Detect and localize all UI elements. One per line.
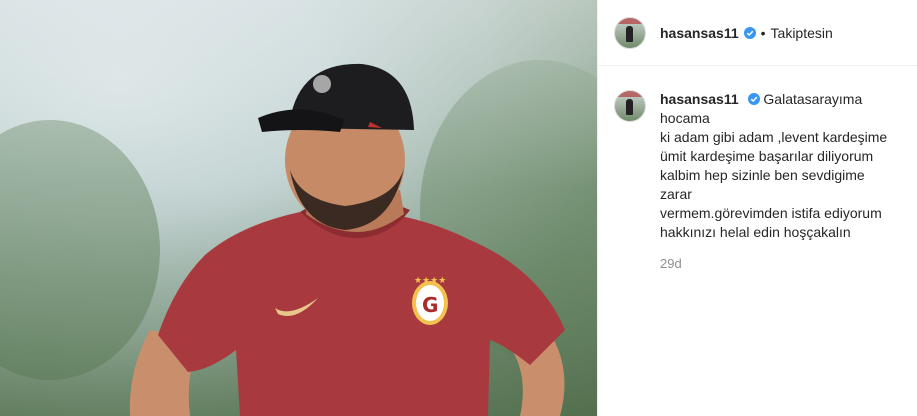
post-photo[interactable]: G ★★★★ <box>0 0 597 416</box>
author-username[interactable]: hasansas11 <box>660 25 739 41</box>
caption-username[interactable]: hasansas11 <box>660 91 739 107</box>
verified-badge-icon <box>747 93 760 105</box>
post-sidebar: hasansas11 • Takiptesin hasansas11 Galat… <box>597 0 917 416</box>
svg-text:★★★★: ★★★★ <box>414 276 446 286</box>
verified-badge-icon <box>743 26 756 39</box>
post-caption: hasansas11 Galatasarayıma hocama ki adam… <box>598 66 917 273</box>
post-header: hasansas11 • Takiptesin <box>598 0 917 66</box>
galatasaray-crest-icon: G ★★★★ <box>412 276 448 325</box>
post-timestamp[interactable]: 29d <box>660 254 900 273</box>
follow-status[interactable]: Takiptesin <box>771 25 833 41</box>
caption-text: Galatasarayıma hocama ki adam gibi adam … <box>660 91 888 240</box>
svg-text:G: G <box>422 293 438 317</box>
separator-dot: • <box>760 24 766 41</box>
instagram-post: G ★★★★ hasansas11 • Takiptesin hasansas1… <box>0 0 917 416</box>
caption-avatar[interactable] <box>614 90 646 122</box>
author-avatar[interactable] <box>614 16 646 49</box>
coach-figure: G ★★★★ <box>129 63 565 416</box>
caption-body: hasansas11 Galatasarayıma hocama ki adam… <box>660 90 900 273</box>
